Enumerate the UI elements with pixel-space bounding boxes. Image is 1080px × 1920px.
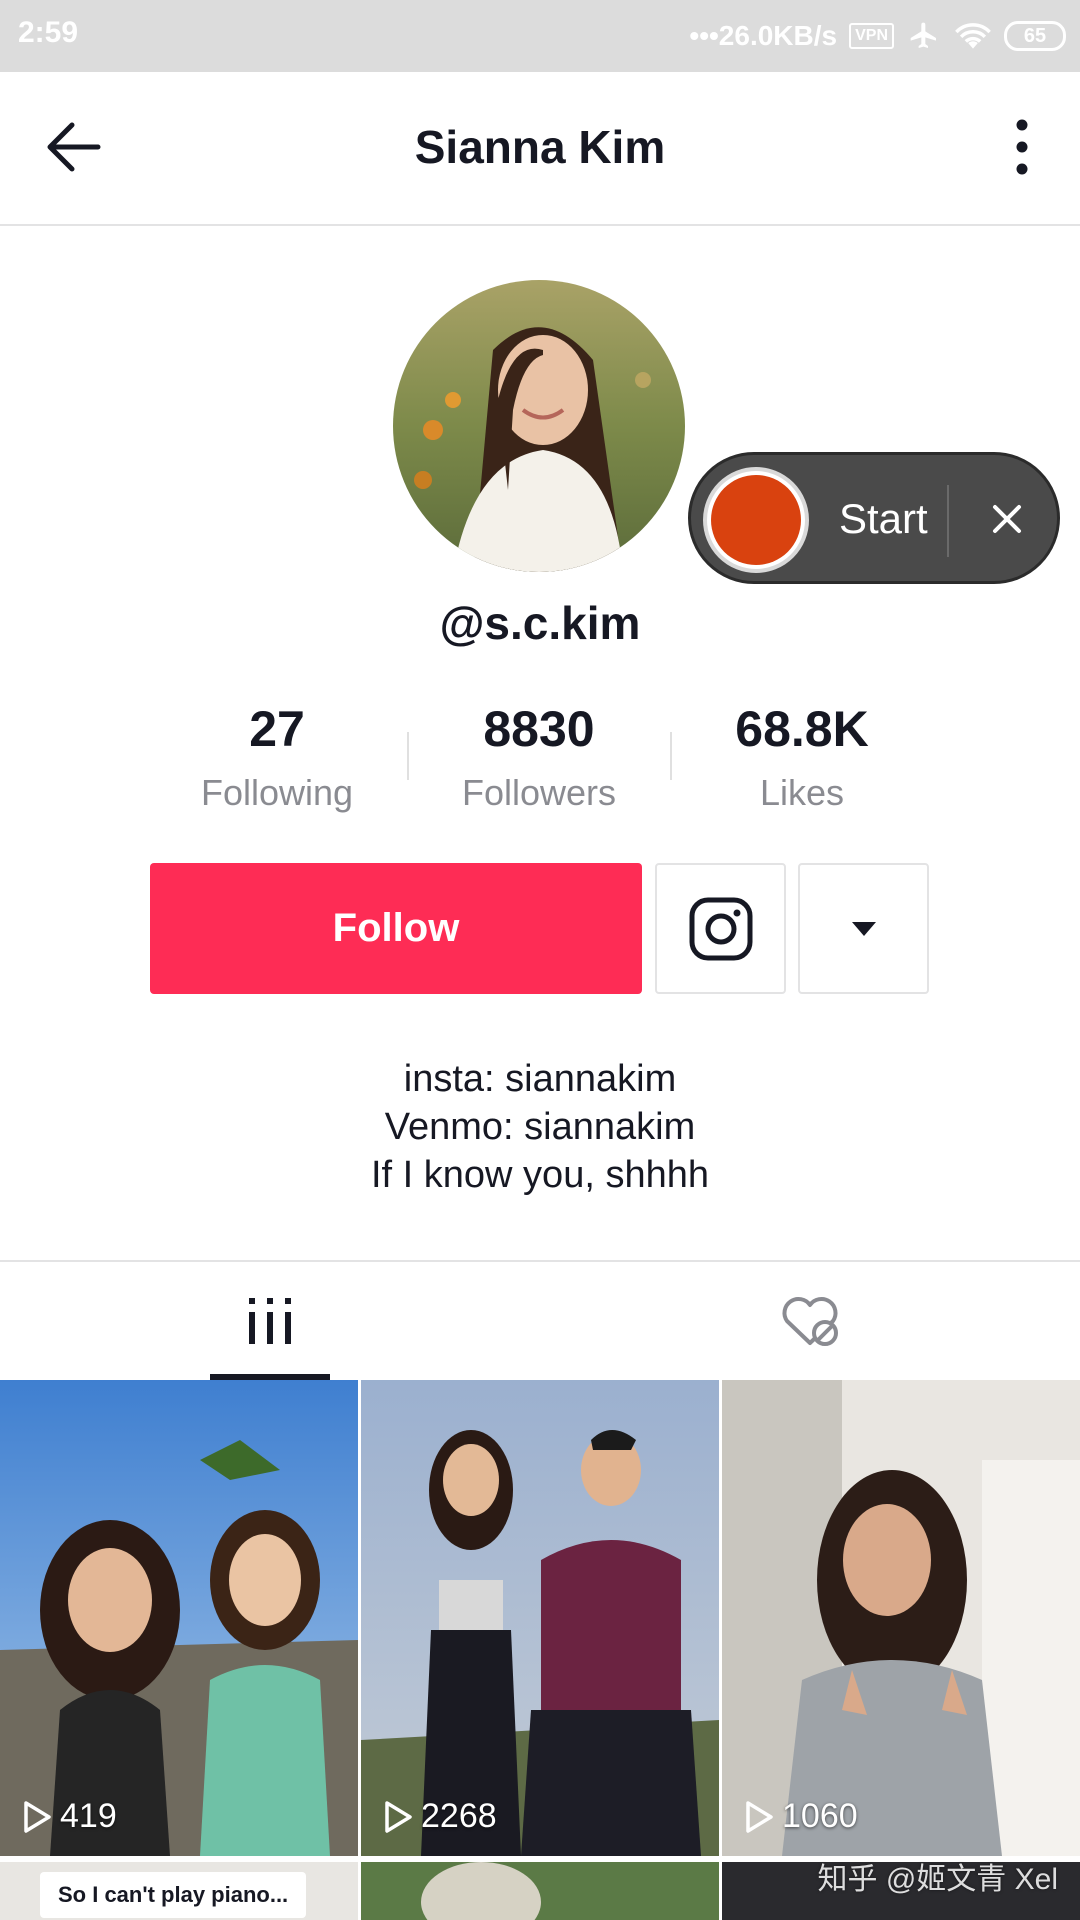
record-button[interactable] [703,467,809,573]
recorder-close-button[interactable] [979,491,1035,547]
screen-recorder-widget: Start [688,452,1060,584]
record-start-label[interactable]: Start [839,495,928,543]
play-icon [385,1800,412,1833]
stat-label: Followers [461,772,617,813]
liked-private-icon [782,1297,838,1346]
video-thumbnail-image [361,1862,719,1920]
video-thumbnail[interactable]: 2268 [361,1380,719,1856]
avatar-photo [393,280,685,572]
bio-line: insta: siannakim [403,1058,677,1100]
page-title: Sianna Kim [414,121,666,173]
follow-button[interactable]: Follow [150,863,642,994]
play-count-value: 419 [60,1797,117,1835]
stat-value: 27 [249,701,305,757]
stat-value: 68.8K [735,701,869,757]
video-caption: So I can't play piano... [40,1872,307,1918]
grid-icon [249,1298,291,1344]
stat-likes[interactable]: 68.8K Likes [682,700,922,814]
record-dot-icon [711,475,801,565]
profile-tabs [0,1260,1080,1380]
watermark: 知乎 @姬文青 Xel [817,1863,1058,1896]
play-count: 1060 [744,1797,858,1836]
video-thumbnail-image [722,1380,1080,1856]
suggested-accounts-dropdown[interactable] [798,863,929,994]
video-thumbnail[interactable]: 419 [0,1380,358,1856]
profile-username: @s.c.kim [439,597,641,649]
status-bar: 2:59 •••26.0KB/s VPN 65 [0,0,1080,72]
recorder-divider [947,485,949,557]
play-icon [24,1800,51,1833]
stat-divider [670,732,672,780]
stat-following[interactable]: 27 Following [157,700,397,814]
stat-label: Following [200,772,354,813]
stat-label: Likes [759,772,845,813]
close-icon [993,505,1021,533]
instagram-icon [689,897,752,960]
play-icon [746,1800,773,1833]
vpn-badge: VPN [849,23,894,49]
bio-line: If I know you, shhhh [371,1154,709,1196]
network-speed: •••26.0KB/s [689,20,838,51]
more-options-button[interactable] [1004,117,1040,177]
status-time: 2:59 [18,16,79,49]
vertical-dots-icon [1016,119,1028,175]
bio-line: Venmo: siannakim [384,1106,696,1148]
status-icons: •••26.0KB/s VPN 65 [689,16,1066,56]
stat-value: 8830 [483,701,595,757]
play-count-value: 1060 [782,1797,858,1835]
tab-videos[interactable] [0,1262,540,1380]
avatar[interactable] [393,280,685,572]
profile-bio: insta: siannakim Venmo: siannakim If I k… [0,1055,1080,1199]
airplane-icon [910,22,936,48]
profile-header: Sianna Kim [0,72,1080,226]
video-thumbnail-image [361,1380,719,1856]
stat-divider [407,732,409,780]
caret-down-icon [851,921,876,936]
tab-liked-videos[interactable] [540,1262,1080,1380]
video-thumbnail[interactable]: 1060 [722,1380,1080,1856]
video-thumbnail[interactable]: So I can't play piano... [0,1862,358,1920]
wifi-icon [955,23,991,49]
play-count-value: 2268 [421,1797,497,1835]
video-thumbnail-image [0,1380,358,1856]
play-count: 2268 [383,1797,497,1836]
battery-indicator: 65 [1004,21,1066,51]
stat-followers[interactable]: 8830 Followers [419,700,659,814]
instagram-button[interactable] [655,863,786,994]
play-count: 419 [22,1797,117,1836]
video-thumbnail[interactable] [361,1862,719,1920]
